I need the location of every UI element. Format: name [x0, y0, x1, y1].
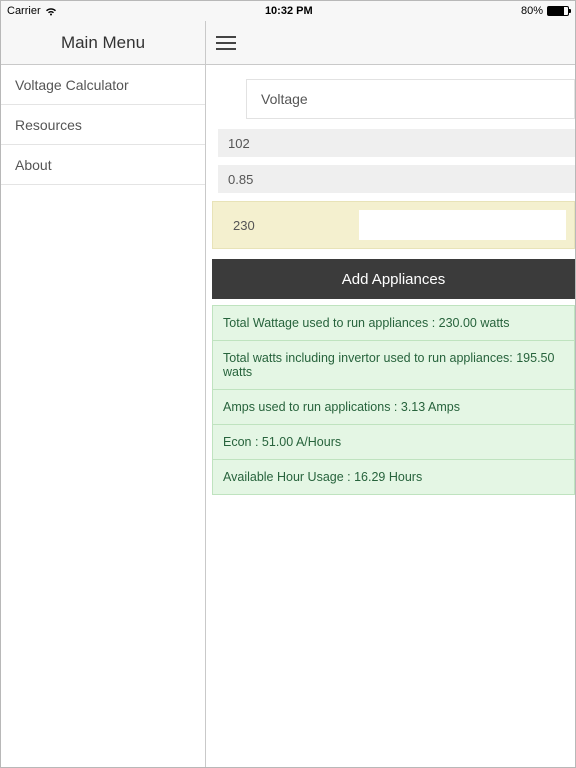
status-right: 80%	[521, 5, 569, 17]
input-field-2[interactable]: 0.85	[218, 165, 575, 193]
main-header	[206, 21, 575, 64]
highlighted-input-value: 230	[221, 210, 359, 240]
voltage-card[interactable]: Voltage	[246, 79, 575, 119]
result-total-watts-invertor: Total watts including invertor used to r…	[212, 340, 575, 389]
result-available-hours: Available Hour Usage : 16.29 Hours	[212, 459, 575, 495]
highlighted-input-row[interactable]: 230	[221, 210, 566, 240]
sidebar-title: Main Menu	[1, 21, 206, 64]
input-field-1[interactable]: 102	[218, 129, 575, 157]
result-amps: Amps used to run applications : 3.13 Amp…	[212, 389, 575, 424]
main-content: Voltage 102 0.85 230 Add Appliances Tota…	[206, 65, 575, 767]
clock: 10:32 PM	[57, 5, 521, 17]
app-window: Carrier 10:32 PM 80% Main Menu Voltage C…	[0, 0, 576, 768]
menu-icon[interactable]	[216, 36, 236, 50]
sidebar-item-resources[interactable]: Resources	[1, 105, 205, 145]
battery-icon	[547, 6, 569, 16]
status-left: Carrier	[7, 5, 57, 17]
result-total-wattage: Total Wattage used to run appliances : 2…	[212, 305, 575, 340]
sidebar: Voltage Calculator Resources About	[1, 65, 206, 767]
app-body: Voltage Calculator Resources About Volta…	[1, 65, 575, 767]
header-bar: Main Menu	[1, 21, 575, 65]
wifi-icon	[45, 7, 57, 16]
sidebar-item-about[interactable]: About	[1, 145, 205, 185]
status-bar: Carrier 10:32 PM 80%	[1, 1, 575, 21]
result-econ: Econ : 51.00 A/Hours	[212, 424, 575, 459]
add-appliances-button[interactable]: Add Appliances	[212, 259, 575, 299]
sidebar-item-voltage-calculator[interactable]: Voltage Calculator	[1, 65, 205, 105]
highlighted-input-group: 230	[212, 201, 575, 249]
carrier-label: Carrier	[7, 5, 41, 17]
battery-percent: 80%	[521, 5, 543, 17]
form-section: Voltage 102 0.85 230 Add Appliances Tota…	[206, 79, 575, 495]
